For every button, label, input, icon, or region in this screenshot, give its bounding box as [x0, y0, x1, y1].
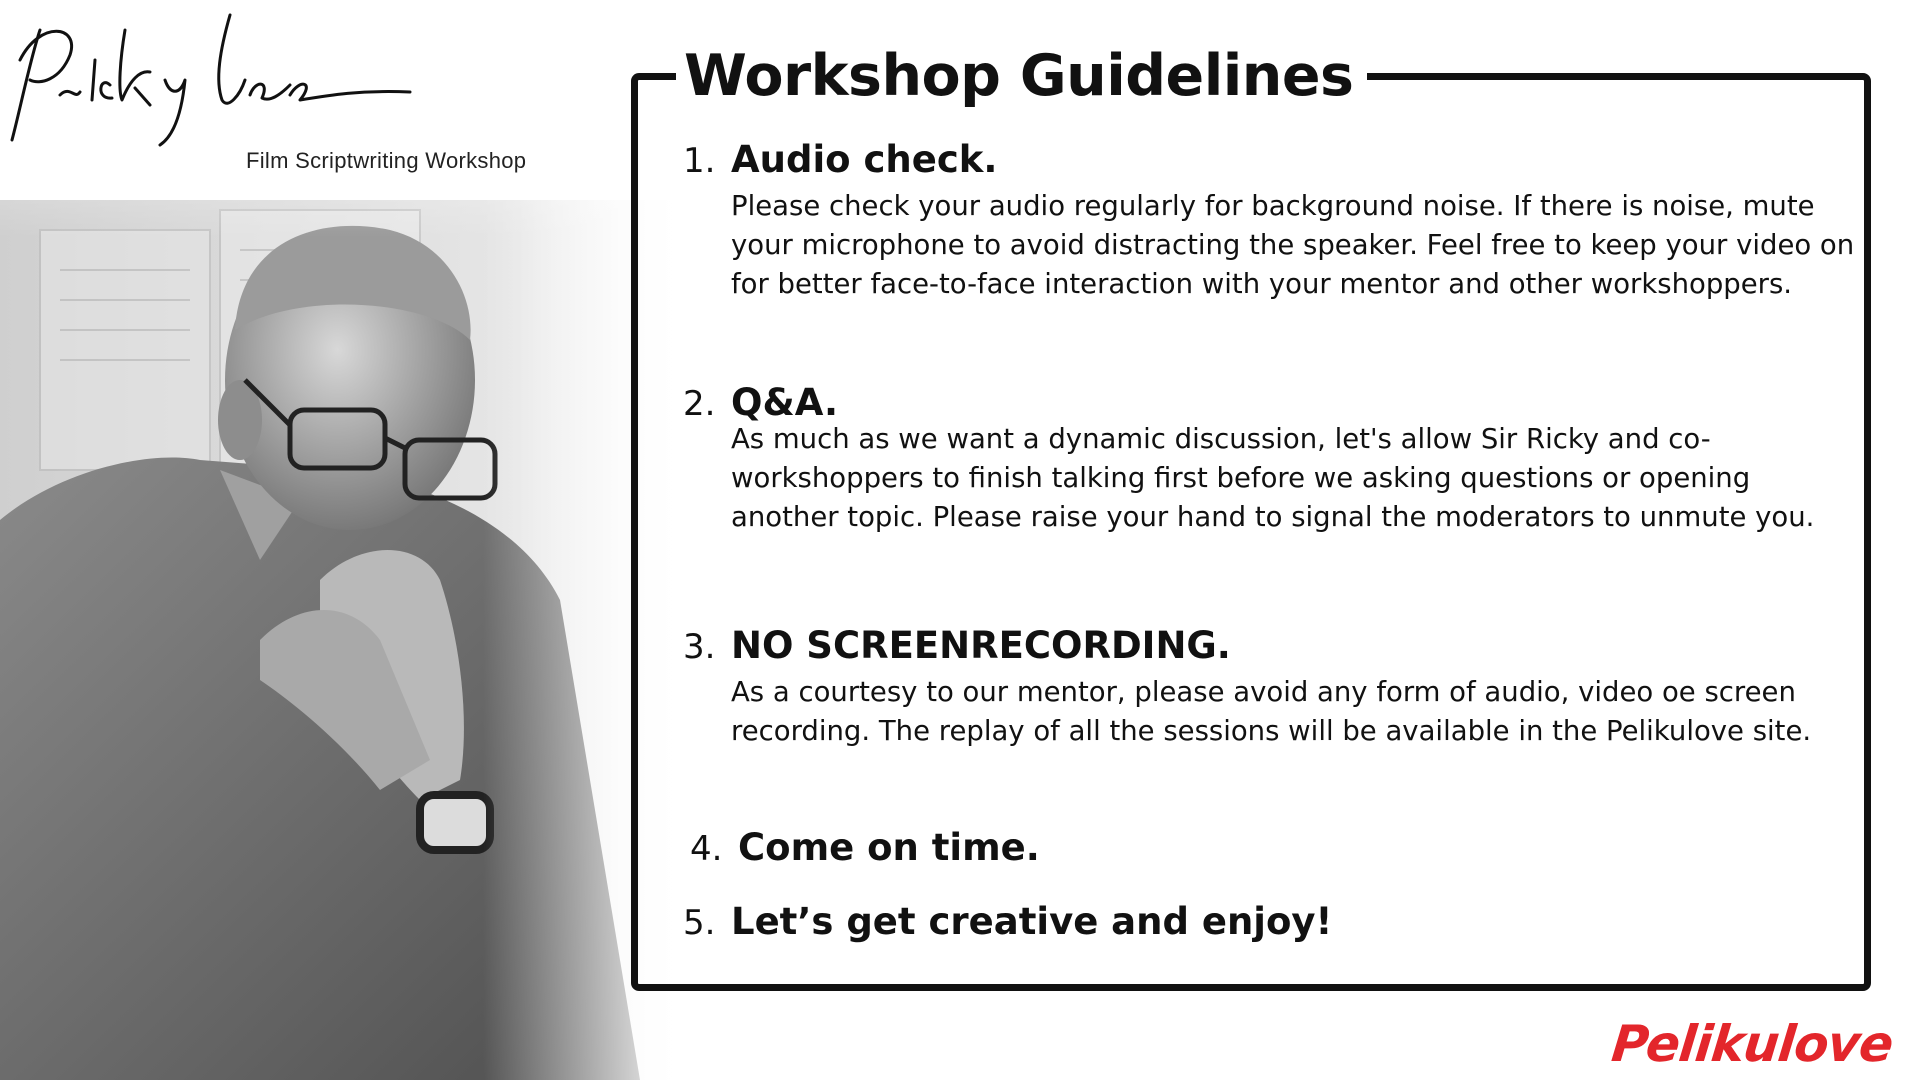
item-number: 2. — [683, 384, 716, 424]
item-number: 5. — [683, 903, 716, 943]
guideline-item-on-time: 4. Come on time. — [690, 826, 1040, 869]
guideline-item-enjoy: 5. Let’s get creative and enjoy! — [683, 900, 1332, 943]
item-title: NO SCREENRECORDING. — [731, 624, 1231, 667]
item-body: Please check your audio regularly for ba… — [731, 190, 1855, 300]
item-number: 3. — [683, 627, 716, 667]
item-number: 4. — [690, 829, 723, 869]
portrait-photo: Film Scriptwriting Workshop — [0, 0, 690, 1080]
item-body: As a courtesy to our mentor, please avoi… — [731, 676, 1812, 747]
item-title: Let’s get creative and enjoy! — [731, 900, 1333, 943]
guidelines-title: Workshop Guidelines — [676, 36, 1368, 116]
guideline-item-qa: 2. Q&A. As much as we want a dynamic dis… — [683, 381, 1861, 537]
item-body: As much as we want a dynamic discussion,… — [731, 423, 1815, 533]
item-title: Q&A. — [731, 381, 839, 424]
workshop-caption: Film Scriptwriting Workshop — [246, 148, 527, 173]
pelikulove-logo: Pelikulove — [1608, 1015, 1896, 1073]
item-title: Audio check. — [731, 138, 998, 181]
guideline-item-audio: 1. Audio check. Please check your audio … — [683, 138, 1861, 304]
signature-icon — [10, 13, 412, 147]
item-title: Come on time. — [738, 826, 1040, 869]
guideline-item-no-recording: 3. NO SCREENRECORDING. As a courtesy to … — [683, 624, 1861, 751]
item-number: 1. — [683, 141, 716, 181]
